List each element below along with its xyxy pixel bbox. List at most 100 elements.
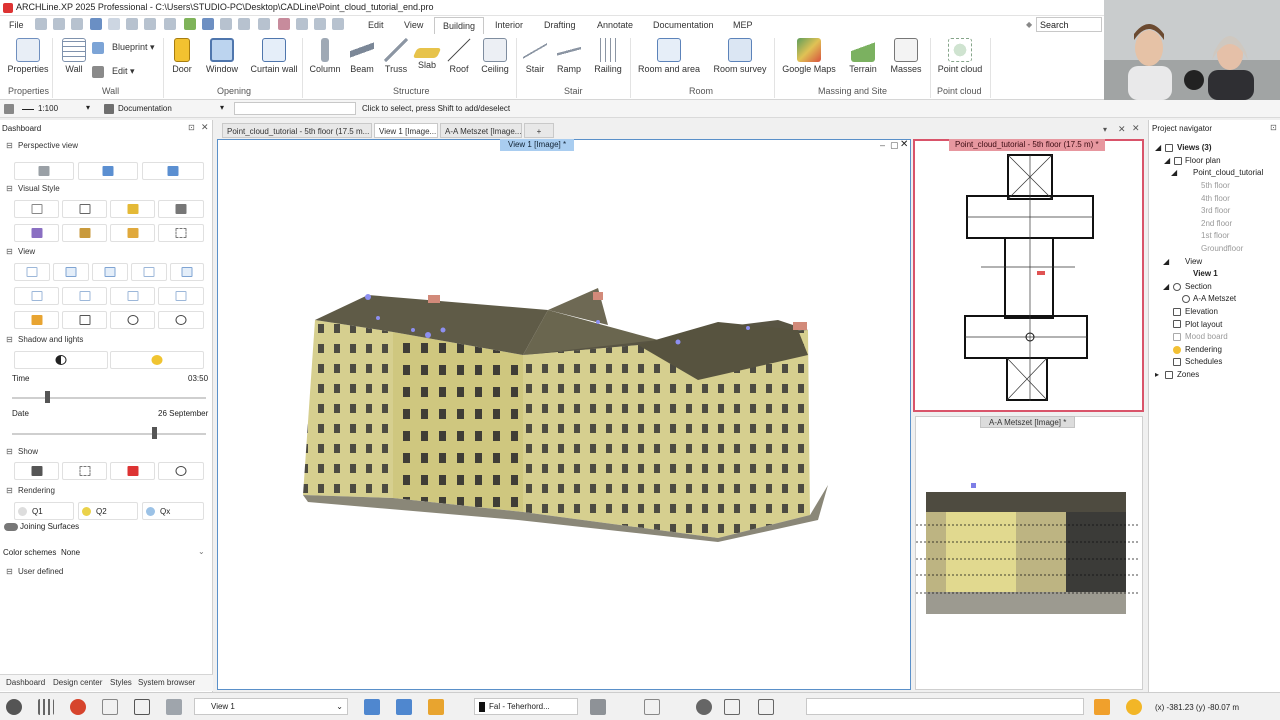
tab-dashboard[interactable]: Dashboard	[6, 678, 45, 687]
lights-toggle-button[interactable]	[110, 351, 204, 369]
wall-button[interactable]: Wall	[58, 38, 90, 74]
menu-mep[interactable]: MEP	[733, 20, 753, 30]
tree-schedules[interactable]: Schedules	[1185, 357, 1222, 366]
zoom-extents-button[interactable]	[62, 311, 107, 329]
tab-close-icon[interactable]: ✕	[1118, 124, 1126, 135]
show-select-button[interactable]	[62, 462, 107, 480]
wireframe-button[interactable]	[14, 200, 59, 218]
tree-floor-plan[interactable]: Floor plan	[1185, 156, 1221, 165]
tab-menu-icon[interactable]: ▾	[1103, 125, 1107, 134]
menu-documentation[interactable]: Documentation	[653, 20, 714, 30]
expand-icon[interactable]: ◢	[1155, 143, 1161, 152]
tab-floor-plan[interactable]: Point_cloud_tutorial - 5th floor (17.5 m…	[222, 123, 372, 138]
blueprint-button[interactable]: Blueprint ▾	[92, 42, 162, 54]
pin-icon[interactable]: ⊡	[188, 123, 195, 132]
curtain-wall-button[interactable]: Curtain wall	[250, 38, 298, 74]
floor-plan-viewport[interactable]	[913, 139, 1144, 412]
tree-section-item[interactable]: A-A Metszet	[1193, 294, 1236, 303]
layer-select[interactable]: Fal - Teherhord...	[474, 698, 578, 715]
ramp-button[interactable]: Ramp	[555, 38, 583, 74]
zoom-out-button[interactable]	[110, 311, 155, 329]
column-button[interactable]: Column	[308, 38, 342, 74]
slab-button[interactable]: Slab	[412, 38, 442, 70]
roof-button[interactable]: Roof	[446, 38, 472, 74]
iso-se-button[interactable]	[62, 287, 107, 305]
realistic-button[interactable]	[62, 224, 107, 242]
scale-value[interactable]: 1:100	[38, 104, 58, 113]
view-3d-icon[interactable]	[166, 699, 182, 715]
navigator-pane-close-icon[interactable]: ✕	[1132, 123, 1140, 134]
truss-button[interactable]: Truss	[382, 38, 410, 74]
tree-view1[interactable]: View 1	[1193, 269, 1218, 278]
tree-plot-layout[interactable]: Plot layout	[1185, 320, 1222, 329]
settings-icon[interactable]	[6, 699, 22, 715]
terrain-button[interactable]: Terrain	[846, 38, 880, 74]
tree-floor-2[interactable]: 2nd floor	[1201, 219, 1232, 228]
tree-zones[interactable]: Zones	[1177, 370, 1199, 379]
polyline-icon[interactable]	[314, 18, 326, 30]
up-arrow-icon[interactable]	[364, 699, 380, 715]
tracking-icon[interactable]	[696, 699, 712, 715]
tab-system-browser[interactable]: System browser	[138, 678, 195, 687]
view-top-button[interactable]	[14, 263, 50, 281]
redo-icon[interactable]	[108, 18, 120, 30]
point-cloud-button[interactable]: Point cloud	[936, 38, 984, 74]
render-q1-button[interactable]: Q1	[14, 502, 74, 520]
masses-button[interactable]: Masses	[888, 38, 924, 74]
view1-viewport[interactable]	[217, 139, 911, 690]
ortho-icon[interactable]	[102, 699, 118, 715]
view-left-button[interactable]	[170, 263, 204, 281]
help-icon[interactable]: ◆	[1026, 20, 1032, 29]
tree-elevation[interactable]: Elevation	[1185, 307, 1218, 316]
command-input[interactable]	[234, 102, 356, 115]
railing-button[interactable]: Railing	[592, 38, 624, 74]
ceiling-button[interactable]: Ceiling	[480, 38, 510, 74]
scale-dropdown-icon[interactable]: ▾	[86, 103, 90, 112]
tree-floor-1[interactable]: 1st floor	[1201, 231, 1229, 240]
view-select[interactable]: View 1 ⌄	[194, 698, 348, 715]
arrow-icon[interactable]	[332, 18, 344, 30]
stair-button[interactable]: Stair	[522, 38, 548, 74]
reference-icon[interactable]	[724, 699, 740, 715]
copy-icon[interactable]	[126, 18, 138, 30]
pick-icon[interactable]	[184, 18, 196, 30]
select-icon[interactable]	[134, 699, 150, 715]
door-button[interactable]: Door	[168, 38, 196, 74]
expand-icon[interactable]: ▸	[1155, 370, 1159, 379]
tree-view[interactable]: View	[1185, 257, 1202, 266]
camera-button[interactable]	[14, 311, 59, 329]
new-icon[interactable]	[53, 18, 65, 30]
show-hide-button[interactable]	[110, 462, 155, 480]
color-schemes-select[interactable]: None	[61, 548, 80, 557]
view-maximize-icon[interactable]: ▢	[890, 140, 899, 151]
zoom-in-button[interactable]	[158, 311, 204, 329]
print-icon[interactable]	[71, 18, 83, 30]
command-line[interactable]	[806, 698, 1084, 715]
tab-view1[interactable]: View 1 [Image...	[374, 123, 438, 138]
paste-icon[interactable]	[144, 18, 156, 30]
text-style-icon[interactable]	[644, 699, 660, 715]
delete-icon[interactable]	[220, 18, 232, 30]
orbit-button[interactable]	[14, 162, 74, 180]
tab-styles[interactable]: Styles	[110, 678, 132, 687]
time-slider-track[interactable]	[12, 397, 206, 399]
sketch-button[interactable]	[158, 224, 204, 242]
layer-dropdown-icon[interactable]: ▾	[220, 103, 224, 112]
render-qx-button[interactable]: Qx	[142, 502, 204, 520]
render-q2-button[interactable]: Q2	[78, 502, 138, 520]
properties-button[interactable]: Properties	[7, 38, 49, 74]
monochrome-button[interactable]	[158, 200, 204, 218]
clipboard-icon[interactable]	[164, 18, 176, 30]
show-visibility-button[interactable]	[158, 462, 204, 480]
menu-file[interactable]: File	[9, 20, 24, 30]
undo-icon[interactable]	[90, 18, 102, 30]
transparent-button[interactable]	[110, 224, 155, 242]
close-icon[interactable]: ✕	[201, 122, 209, 133]
hidden-line-button[interactable]	[62, 200, 107, 218]
google-maps-button[interactable]: Google Maps	[780, 38, 838, 74]
menu-annotate[interactable]: Annotate	[597, 20, 633, 30]
room-area-button[interactable]: Room and area	[636, 38, 702, 74]
view-right-button[interactable]	[92, 263, 128, 281]
menu-edit[interactable]: Edit	[368, 20, 384, 30]
time-slider-thumb[interactable]	[44, 391, 50, 403]
